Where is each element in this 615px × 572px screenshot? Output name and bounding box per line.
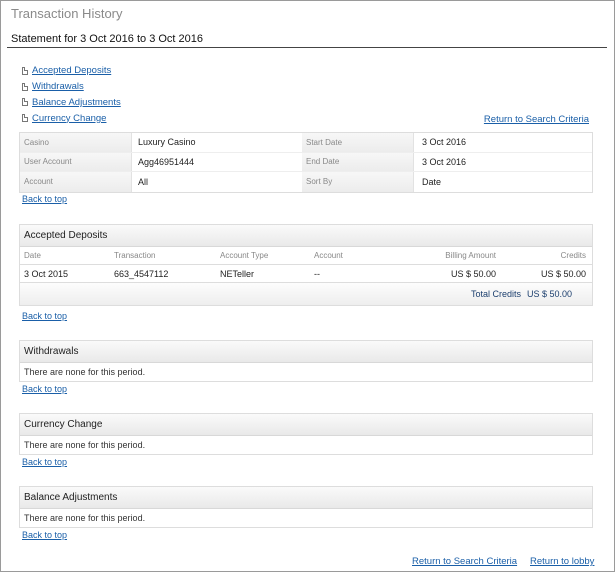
- criteria-value: Luxury Casino: [138, 137, 196, 148]
- withdrawals-panel: Withdrawals There are none for this peri…: [19, 340, 593, 382]
- total-credits-label: Total Credits: [470, 289, 521, 299]
- transaction-history-window: Transaction History Statement for 3 Oct …: [0, 0, 615, 572]
- cell-account-type: NETeller: [220, 268, 255, 279]
- panel-title: Balance Adjustments: [20, 487, 592, 509]
- section-index: Accepted Deposits Withdrawals Balance Ad…: [22, 63, 121, 126]
- return-to-lobby-link[interactable]: Return to lobby: [530, 556, 594, 567]
- total-credits-row: Total Credits US $ 50.00: [20, 283, 592, 305]
- column-header: Transaction: [114, 251, 156, 260]
- column-header: Account: [314, 251, 343, 260]
- toc-link-label[interactable]: Withdrawals: [32, 81, 84, 92]
- statement-title: Statement for 3 Oct 2016 to 3 Oct 2016: [11, 33, 204, 45]
- search-criteria-table: Casino Luxury Casino Start Date 3 Oct 20…: [19, 132, 593, 193]
- cell-transaction: 663_4547112: [114, 268, 169, 279]
- criteria-value: All: [138, 176, 149, 187]
- app-title: Transaction History: [11, 6, 123, 21]
- accepted-deposits-panel: Accepted Deposits Date Transaction Accou…: [19, 224, 593, 306]
- panel-title: Withdrawals: [20, 341, 592, 363]
- criteria-row: User Account Agg46951444 End Date 3 Oct …: [20, 152, 592, 172]
- panel-title: Accepted Deposits: [20, 225, 592, 247]
- criteria-value: Date: [422, 176, 442, 187]
- cell-billing-amount: US $ 50.00: [450, 268, 496, 279]
- toc-item-withdrawals[interactable]: Withdrawals: [22, 79, 121, 95]
- balance-adjustments-panel: Balance Adjustments There are none for t…: [19, 486, 593, 528]
- criteria-label: End Date: [302, 152, 414, 171]
- table-header: Date Transaction Account Type Account Bi…: [20, 247, 592, 265]
- criteria-row: Casino Luxury Casino Start Date 3 Oct 20…: [20, 133, 592, 153]
- document-icon: [22, 66, 28, 75]
- criteria-row: Account All Sort By Date: [20, 172, 592, 192]
- total-credits-value: US $ 50.00: [526, 289, 572, 299]
- criteria-label: Casino: [20, 133, 132, 152]
- criteria-value: Agg46951444: [138, 156, 195, 167]
- criteria-label: Sort By: [302, 172, 414, 192]
- back-to-top-link[interactable]: Back to top: [22, 194, 67, 204]
- panel-title: Currency Change: [20, 414, 592, 436]
- toc-item-balance-adjustments[interactable]: Balance Adjustments: [22, 95, 121, 111]
- back-to-top-link[interactable]: Back to top: [22, 384, 67, 394]
- back-to-top-link[interactable]: Back to top: [22, 311, 67, 321]
- back-to-top-link[interactable]: Back to top: [22, 457, 67, 467]
- empty-message: There are none for this period.: [24, 367, 146, 377]
- cell-credits: US $ 50.00: [540, 268, 586, 279]
- empty-message: There are none for this period.: [24, 513, 146, 523]
- column-header: Account Type: [220, 251, 269, 260]
- document-icon: [22, 114, 28, 123]
- column-header: Date: [24, 251, 41, 260]
- currency-change-panel: Currency Change There are none for this …: [19, 413, 593, 455]
- table-row: 3 Oct 2015 663_4547112 NETeller -- US $ …: [20, 265, 592, 283]
- document-icon: [22, 98, 28, 107]
- criteria-label: Start Date: [302, 133, 414, 152]
- criteria-value: 3 Oct 2016: [422, 137, 467, 148]
- criteria-label: Account: [20, 172, 132, 192]
- cell-date: 3 Oct 2015: [24, 268, 69, 279]
- statement-divider: [7, 47, 607, 48]
- column-header: Credits: [560, 251, 586, 260]
- criteria-label: User Account: [20, 152, 132, 171]
- toc-item-currency-change[interactable]: Currency Change: [22, 110, 121, 126]
- toc-item-accepted-deposits[interactable]: Accepted Deposits: [22, 63, 121, 79]
- toc-link-label[interactable]: Balance Adjustments: [32, 97, 121, 108]
- return-to-search-criteria-link[interactable]: Return to Search Criteria: [412, 556, 517, 567]
- document-icon: [22, 82, 28, 91]
- column-header: Billing Amount: [445, 251, 496, 260]
- return-to-search-criteria-link[interactable]: Return to Search Criteria: [484, 114, 589, 125]
- back-to-top-link[interactable]: Back to top: [22, 530, 67, 540]
- empty-message: There are none for this period.: [24, 440, 146, 450]
- cell-account: --: [314, 268, 320, 279]
- toc-link-label[interactable]: Currency Change: [32, 113, 106, 124]
- criteria-value: 3 Oct 2016: [422, 156, 467, 167]
- toc-link-label[interactable]: Accepted Deposits: [32, 65, 111, 76]
